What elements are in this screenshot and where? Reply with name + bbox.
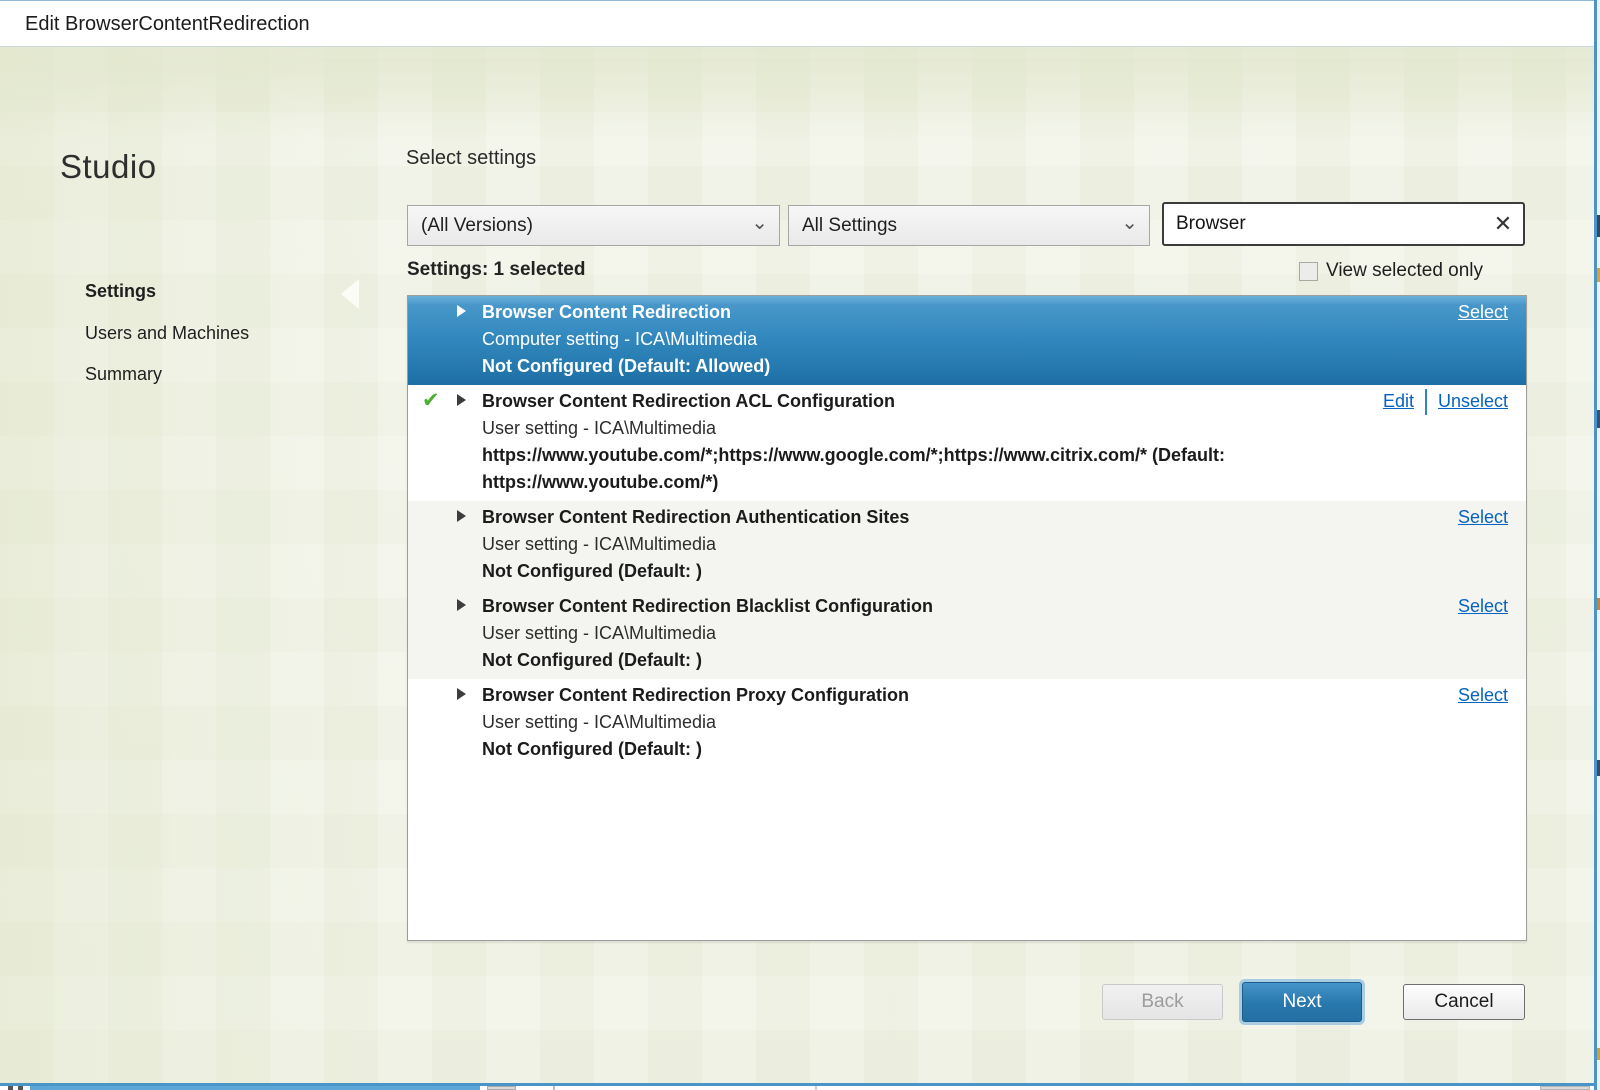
scrollbar-fragment xyxy=(815,1086,817,1090)
setting-row[interactable]: Browser Content Redirection Select Compute… xyxy=(408,296,1526,385)
sidebar-item-summary[interactable]: Summary xyxy=(85,364,162,385)
search-input[interactable] xyxy=(1164,213,1483,235)
setting-title: Browser Content Redirection xyxy=(482,302,732,322)
cancel-button[interactable]: Cancel xyxy=(1403,984,1525,1020)
setting-actions: Select xyxy=(1458,593,1508,620)
dialog-titlebar: Edit BrowserContentRedirection xyxy=(0,0,1600,47)
setting-actions: Select xyxy=(1458,682,1508,709)
expand-arrow-icon[interactable] xyxy=(457,688,466,700)
next-button[interactable]: Next xyxy=(1242,982,1362,1022)
setting-row[interactable]: Browser Content Redirection Blacklist Co… xyxy=(408,590,1526,679)
setting-row[interactable]: Browser Content Redirection Authenticati… xyxy=(408,501,1526,590)
setting-actions: Select xyxy=(1458,299,1508,326)
setting-row[interactable]: Browser Content Redirection Proxy Config… xyxy=(408,679,1526,768)
back-button[interactable]: Back xyxy=(1102,984,1223,1020)
view-selected-only-checkbox[interactable] xyxy=(1299,261,1318,281)
search-box: ✕ xyxy=(1162,202,1525,246)
setting-value: https://www.youtube.com/*;https://www.go… xyxy=(482,445,1226,492)
sidebar-item-users-and-machines[interactable]: Users and Machines xyxy=(85,323,249,344)
scrollbar-fragment xyxy=(1540,1086,1590,1090)
setting-scope: Computer setting - ICA\Multimedia xyxy=(482,329,758,349)
setting-value: Not Configured (Default: ) xyxy=(482,561,702,581)
category-dropdown-value: All Settings xyxy=(802,214,898,236)
setting-scope: User setting - ICA\Multimedia xyxy=(482,712,717,732)
setting-scope: User setting - ICA\Multimedia xyxy=(482,534,717,554)
setting-actions: Select xyxy=(1458,504,1508,531)
scrollbar-fragment xyxy=(8,1086,13,1090)
edit-link[interactable]: Edit xyxy=(1383,388,1414,415)
expand-arrow-icon[interactable] xyxy=(457,394,466,406)
expand-arrow-icon[interactable] xyxy=(457,305,466,317)
version-dropdown[interactable]: (All Versions) ⌄ xyxy=(407,205,780,246)
scrollbar-fragment xyxy=(30,1086,480,1090)
scrollbar-fragment xyxy=(553,1086,555,1090)
select-link[interactable]: Select xyxy=(1458,504,1508,531)
chevron-down-icon: ⌄ xyxy=(1121,212,1138,234)
setting-title: Browser Content Redirection ACL Configur… xyxy=(482,391,896,411)
setting-title: Browser Content Redirection Authenticati… xyxy=(482,507,910,527)
studio-brand: Studio xyxy=(60,148,157,185)
setting-value: Not Configured (Default: Allowed) xyxy=(482,356,771,376)
expand-arrow-icon[interactable] xyxy=(457,510,466,522)
dialog-right-border xyxy=(1594,0,1597,1090)
setting-value: Not Configured (Default: ) xyxy=(482,739,702,759)
view-selected-only-label: View selected only xyxy=(1326,260,1484,281)
selected-check-icon: ✔ xyxy=(422,389,440,412)
category-dropdown[interactable]: All Settings ⌄ xyxy=(788,205,1150,246)
sidebar-item-settings[interactable]: Settings xyxy=(85,281,156,302)
clear-search-icon[interactable]: ✕ xyxy=(1483,204,1523,244)
selected-count-label: Settings: 1 selected xyxy=(407,259,586,280)
setting-scope: User setting - ICA\Multimedia xyxy=(482,418,717,438)
scrollbar-thumb-fragment xyxy=(487,1086,516,1090)
setting-title: Browser Content Redirection Blacklist Co… xyxy=(482,596,934,616)
view-selected-only-control: View selected only xyxy=(1299,260,1483,282)
chevron-down-icon: ⌄ xyxy=(751,212,768,234)
page-title: Select settings xyxy=(406,147,537,169)
settings-list: Browser Content Redirection Select Compute… xyxy=(407,295,1527,941)
setting-row[interactable]: ✔ Browser Content Redirection ACL Configu… xyxy=(408,385,1526,501)
sidebar-panel xyxy=(0,47,370,1084)
action-separator xyxy=(1424,388,1427,415)
unselect-link[interactable]: Unselect xyxy=(1438,388,1508,415)
select-link[interactable]: Select xyxy=(1458,682,1508,709)
setting-scope: User setting - ICA\Multimedia xyxy=(482,623,717,643)
select-link[interactable]: Select xyxy=(1458,593,1508,620)
expand-arrow-icon[interactable] xyxy=(457,599,466,611)
version-dropdown-value: (All Versions) xyxy=(421,214,533,236)
dialog-title: Edit BrowserContentRedirection xyxy=(25,13,310,35)
setting-actions: Edit Unselect xyxy=(1383,388,1508,415)
select-link[interactable]: Select xyxy=(1458,299,1508,326)
setting-value: Not Configured (Default: ) xyxy=(482,650,702,670)
active-step-notch xyxy=(341,279,359,309)
setting-title: Browser Content Redirection Proxy Config… xyxy=(482,685,910,705)
scrollbar-fragment xyxy=(18,1086,23,1090)
